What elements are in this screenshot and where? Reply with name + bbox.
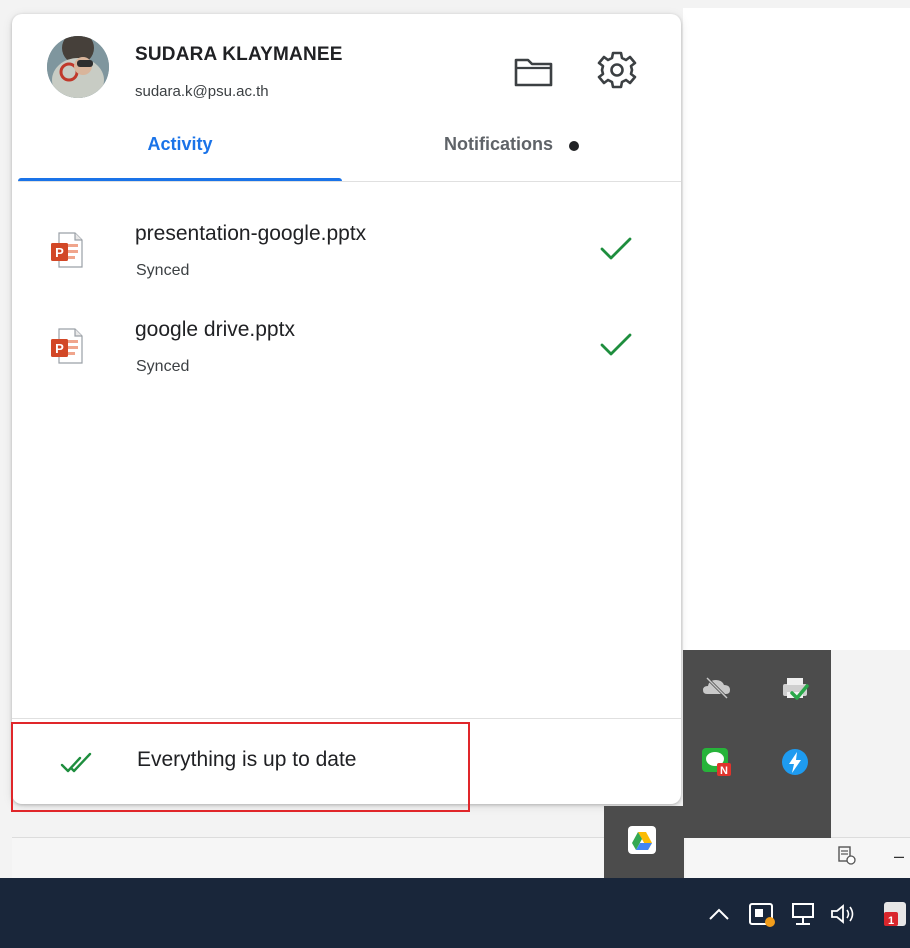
- double-check-icon: [60, 752, 92, 773]
- tray-drive-slot: [604, 806, 684, 878]
- google-drive-icon[interactable]: [624, 824, 660, 856]
- tab-notifications[interactable]: Notifications: [342, 124, 681, 182]
- taskbar: 1: [0, 878, 910, 948]
- lightning-app-icon[interactable]: [777, 746, 813, 778]
- svg-text:P: P: [55, 245, 64, 260]
- tab-notifications-label: Notifications: [443, 134, 553, 154]
- minimize-dash-icon[interactable]: –: [894, 846, 904, 867]
- list-item[interactable]: P google drive.pptx Synced: [12, 306, 681, 386]
- file-name: google drive.pptx: [135, 318, 295, 341]
- powerpoint-file-icon: P: [51, 328, 83, 364]
- gear-icon: [597, 51, 637, 89]
- app-badge-icon[interactable]: 1: [880, 900, 910, 928]
- tab-activity-label: Activity: [147, 134, 213, 154]
- unread-dot-icon: [569, 141, 579, 151]
- account-email: sudara.k@psu.ac.th: [135, 83, 269, 100]
- avatar[interactable]: [47, 36, 109, 98]
- svg-text:1: 1: [888, 915, 894, 927]
- folder-icon: [514, 58, 553, 87]
- powerpoint-file-icon: P: [51, 232, 83, 268]
- svg-text:P: P: [55, 341, 64, 356]
- check-icon: [600, 237, 632, 260]
- line-messenger-icon[interactable]: N: [699, 746, 735, 778]
- svg-text:N: N: [720, 765, 728, 777]
- document-settings-icon[interactable]: [836, 844, 858, 866]
- tab-activity[interactable]: Activity: [18, 124, 342, 182]
- chevron-up-icon[interactable]: [704, 900, 734, 928]
- tab-divider: [18, 181, 681, 182]
- printer-check-icon[interactable]: [777, 672, 813, 704]
- sync-status-text: Everything is up to date: [137, 748, 357, 771]
- settings-button[interactable]: [592, 46, 642, 96]
- network-icon[interactable]: [788, 900, 818, 928]
- file-status: Synced: [136, 358, 190, 375]
- onedrive-offline-icon[interactable]: [699, 672, 735, 704]
- background-window-strip-right: [686, 837, 910, 878]
- open-folder-button[interactable]: [510, 52, 558, 92]
- file-status: Synced: [136, 262, 190, 279]
- file-name: presentation-google.pptx: [135, 222, 367, 245]
- desktop-window-area: [683, 8, 910, 650]
- check-icon: [600, 333, 632, 356]
- notification-icon[interactable]: [746, 900, 776, 928]
- list-item[interactable]: P presentation-google.pptx Synced: [12, 210, 681, 290]
- footer-divider: [12, 718, 681, 719]
- background-window-strip: [12, 837, 604, 878]
- volume-icon[interactable]: [828, 900, 858, 928]
- account-name: SUDARA KLAYMANEE: [135, 44, 343, 65]
- drive-activity-panel: SUDARA KLAYMANEE sudara.k@psu.ac.th Acti…: [12, 14, 681, 804]
- tray-overflow-flyout: N: [683, 650, 831, 838]
